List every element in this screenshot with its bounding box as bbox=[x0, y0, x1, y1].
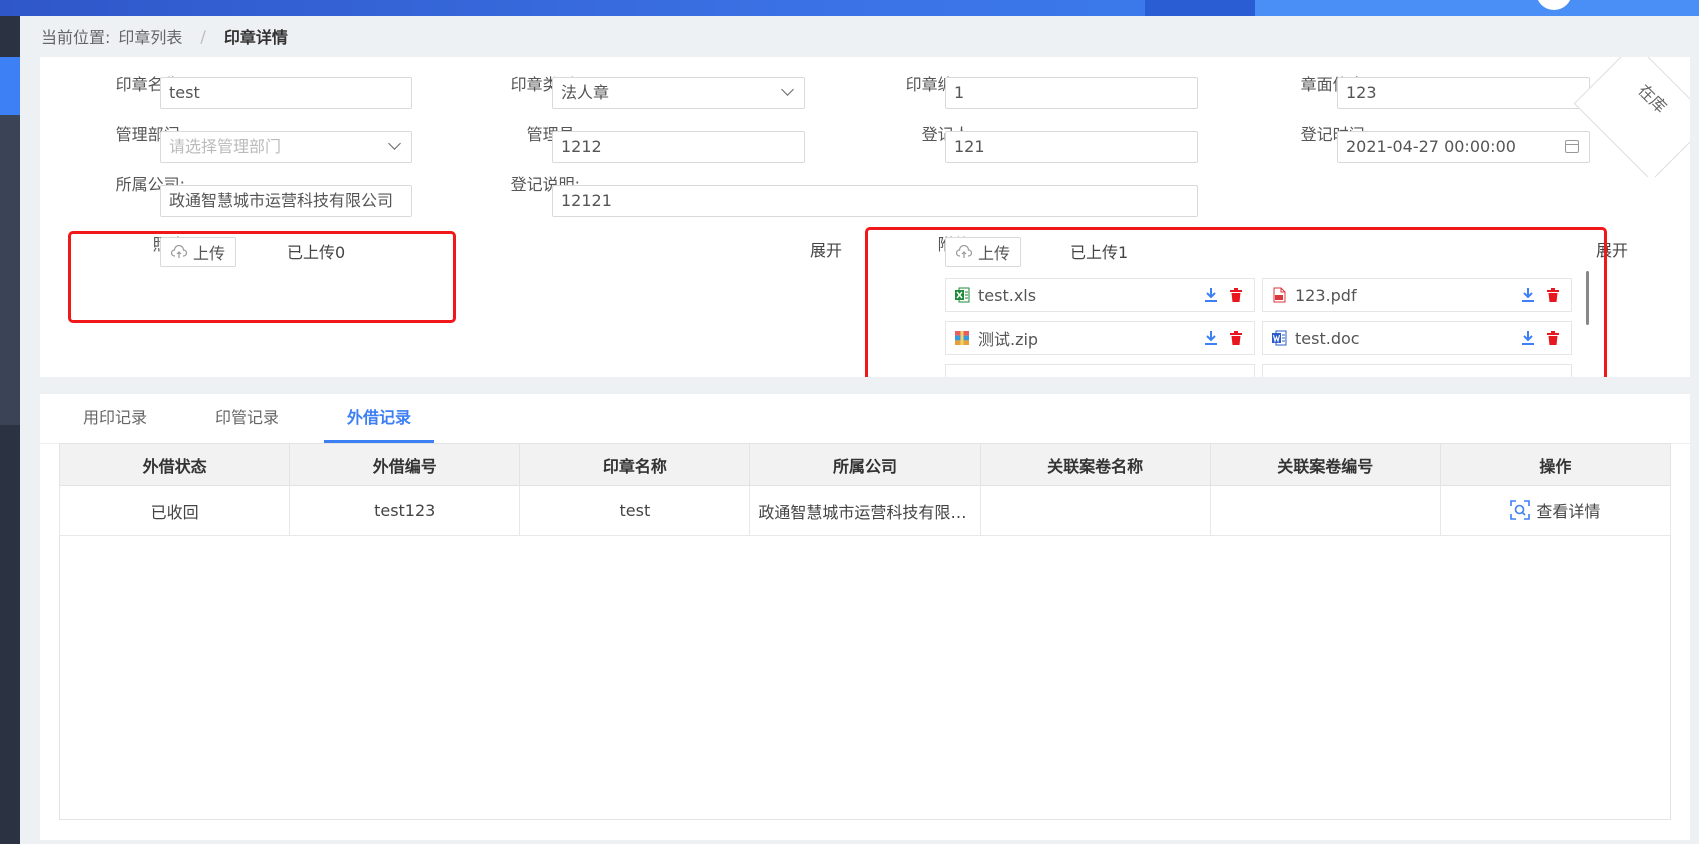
header-segment bbox=[1145, 0, 1255, 16]
view-detail-icon bbox=[1510, 499, 1531, 520]
breadcrumb-prefix: 当前位置: bbox=[41, 28, 111, 47]
col-header: 关联案卷编号 bbox=[1209, 443, 1441, 486]
chevron-down-icon bbox=[781, 83, 794, 96]
reg-note-field[interactable]: 12121 bbox=[552, 185, 1198, 217]
seal-no-field[interactable]: 1 bbox=[945, 77, 1198, 109]
lending-records-table: 外借状态 外借编号 印章名称 所属公司 关联案卷名称 关联案卷编号 操作 已收回… bbox=[58, 443, 1672, 536]
sidebar-submenu[interactable] bbox=[0, 115, 20, 425]
cell-status: 已收回 bbox=[58, 485, 291, 536]
col-header: 印章名称 bbox=[519, 443, 751, 486]
records-card: 用印记录 印管记录 外借记录 外借状态 外借编号 印章名称 所属公司 关联案卷名… bbox=[40, 394, 1690, 840]
chevron-down-icon bbox=[388, 137, 401, 150]
seal-type-select[interactable]: 法人章 bbox=[552, 77, 805, 109]
photo-highlight-box bbox=[68, 231, 456, 323]
seal-name-field[interactable]: test bbox=[160, 77, 412, 109]
cell-action: 查看详情 bbox=[1439, 485, 1672, 536]
seal-type-value: 法人章 bbox=[561, 83, 610, 102]
company-field[interactable]: 政通智慧城市运营科技有限公司 bbox=[160, 185, 412, 217]
breadcrumb: 当前位置: 印章列表 / 印章详情 bbox=[41, 24, 288, 48]
dept-placeholder: 请选择管理部门 bbox=[169, 137, 282, 156]
col-header: 所属公司 bbox=[749, 443, 981, 486]
cell-seal-name: test bbox=[519, 485, 751, 536]
cell-case-no bbox=[1209, 485, 1441, 536]
header-segment bbox=[1255, 0, 1699, 16]
ribbon-shape bbox=[1573, 57, 1690, 177]
registrant-field[interactable]: 121 bbox=[945, 131, 1198, 163]
admin-field[interactable]: 1212 bbox=[552, 131, 805, 163]
cell-company: 政通智慧城市运营科技有限公司 bbox=[749, 485, 981, 536]
sidebar bbox=[0, 16, 20, 844]
reg-time-picker[interactable]: 2021-04-27 00:00:00 bbox=[1337, 131, 1590, 163]
cell-lend-no: test123 bbox=[289, 485, 521, 536]
dept-select[interactable]: 请选择管理部门 bbox=[160, 131, 412, 163]
view-detail-button[interactable]: 查看详情 bbox=[1510, 498, 1600, 522]
top-header-bar bbox=[0, 0, 1699, 16]
reg-time-value: 2021-04-27 00:00:00 bbox=[1346, 137, 1516, 156]
breadcrumb-current: 印章详情 bbox=[223, 28, 288, 47]
col-header: 外借编号 bbox=[289, 443, 521, 486]
view-detail-label: 查看详情 bbox=[1536, 501, 1601, 521]
photo-expand-link[interactable]: 展开 bbox=[810, 241, 842, 261]
seal-info-card: 印章名称: test 印章类型: 法人章 印章编号: 1 章面信息: 123 管… bbox=[40, 57, 1690, 377]
attachment-highlight-box bbox=[865, 227, 1607, 377]
cell-case-name bbox=[979, 485, 1211, 536]
breadcrumb-link-seal-list[interactable]: 印章列表 bbox=[118, 24, 182, 48]
seal-face-field[interactable]: 123 bbox=[1337, 77, 1590, 109]
table-header-row: 外借状态 外借编号 印章名称 所属公司 关联案卷名称 关联案卷编号 操作 bbox=[58, 443, 1672, 486]
breadcrumb-separator: / bbox=[200, 26, 206, 46]
table-row: 已收回 test123 test 政通智慧城市运营科技有限公司 查看详情 bbox=[58, 485, 1672, 536]
status-ribbon bbox=[1570, 57, 1690, 177]
col-header: 外借状态 bbox=[58, 443, 291, 486]
col-header: 关联案卷名称 bbox=[979, 443, 1211, 486]
sidebar-active-item[interactable] bbox=[0, 57, 20, 115]
col-header: 操作 bbox=[1439, 443, 1672, 486]
